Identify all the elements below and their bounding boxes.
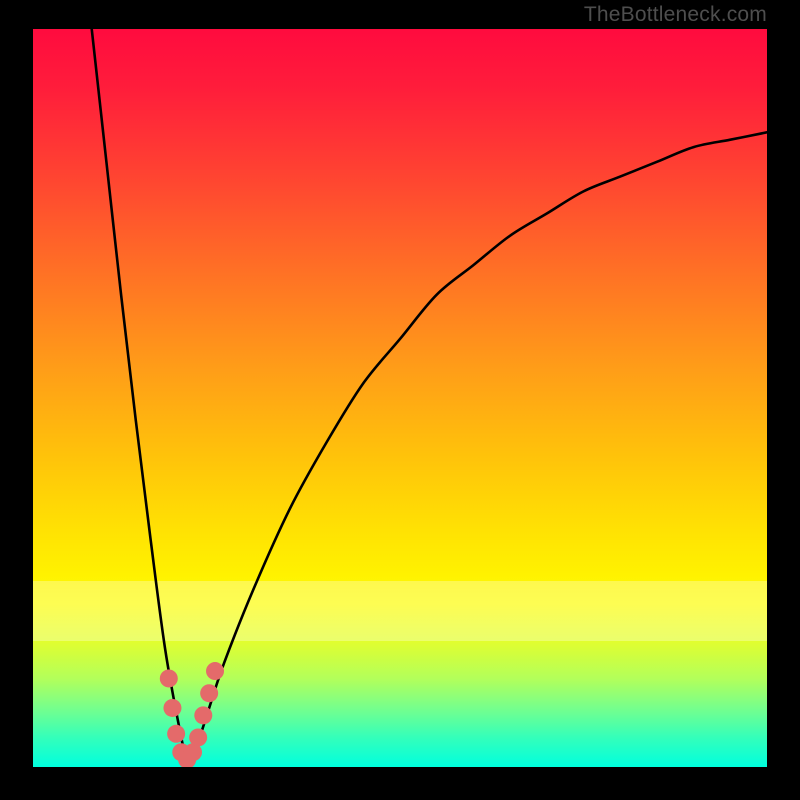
- curve-point: [194, 706, 212, 724]
- curve-point: [206, 662, 224, 680]
- bottleneck-curve-path: [92, 29, 767, 761]
- watermark-text: TheBottleneck.com: [584, 3, 767, 27]
- curve-point: [189, 728, 207, 746]
- curve-point: [167, 725, 185, 743]
- curve-sample-points: [160, 662, 224, 767]
- curve-point: [160, 669, 178, 687]
- chart-plot-area: [33, 29, 767, 767]
- curve-point: [200, 684, 218, 702]
- bottleneck-curve-svg: [33, 29, 767, 767]
- curve-point: [163, 699, 181, 717]
